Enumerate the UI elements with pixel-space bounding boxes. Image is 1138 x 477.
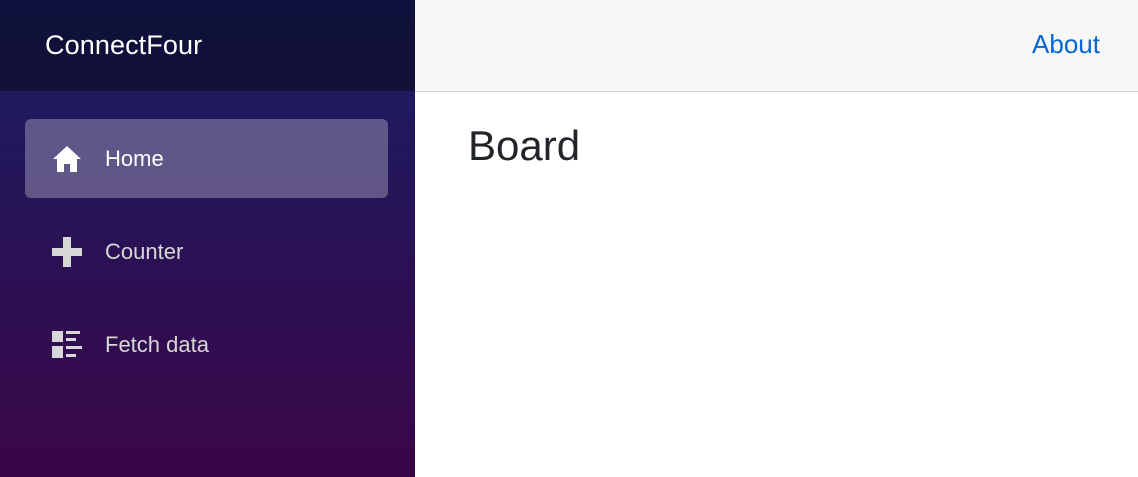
nav-item-fetch-data-label: Fetch data <box>105 331 209 357</box>
nav-item-fetch-data[interactable]: Fetch data <box>25 305 388 384</box>
brand-bar: ConnectFour <box>0 0 415 91</box>
app-root: ConnectFour Home Counter Fetch data Abou… <box>0 0 1138 477</box>
content: Board <box>415 92 1138 169</box>
top-row: About <box>415 0 1138 92</box>
plus-icon <box>50 235 84 269</box>
nav-item-home-label: Home <box>105 145 164 171</box>
home-icon <box>50 142 84 176</box>
sidebar: ConnectFour Home Counter Fetch data <box>0 0 415 477</box>
nav-item-counter-label: Counter <box>105 238 184 264</box>
nav-item-counter[interactable]: Counter <box>25 212 388 291</box>
page-title: Board <box>468 122 581 169</box>
list-rich-icon <box>50 328 84 362</box>
about-link[interactable]: About <box>1032 29 1100 60</box>
main-area: About Board <box>415 0 1138 477</box>
brand-link[interactable]: ConnectFour <box>45 30 202 61</box>
nav-item-home[interactable]: Home <box>25 119 388 198</box>
sidebar-nav: Home Counter Fetch data <box>0 91 415 384</box>
